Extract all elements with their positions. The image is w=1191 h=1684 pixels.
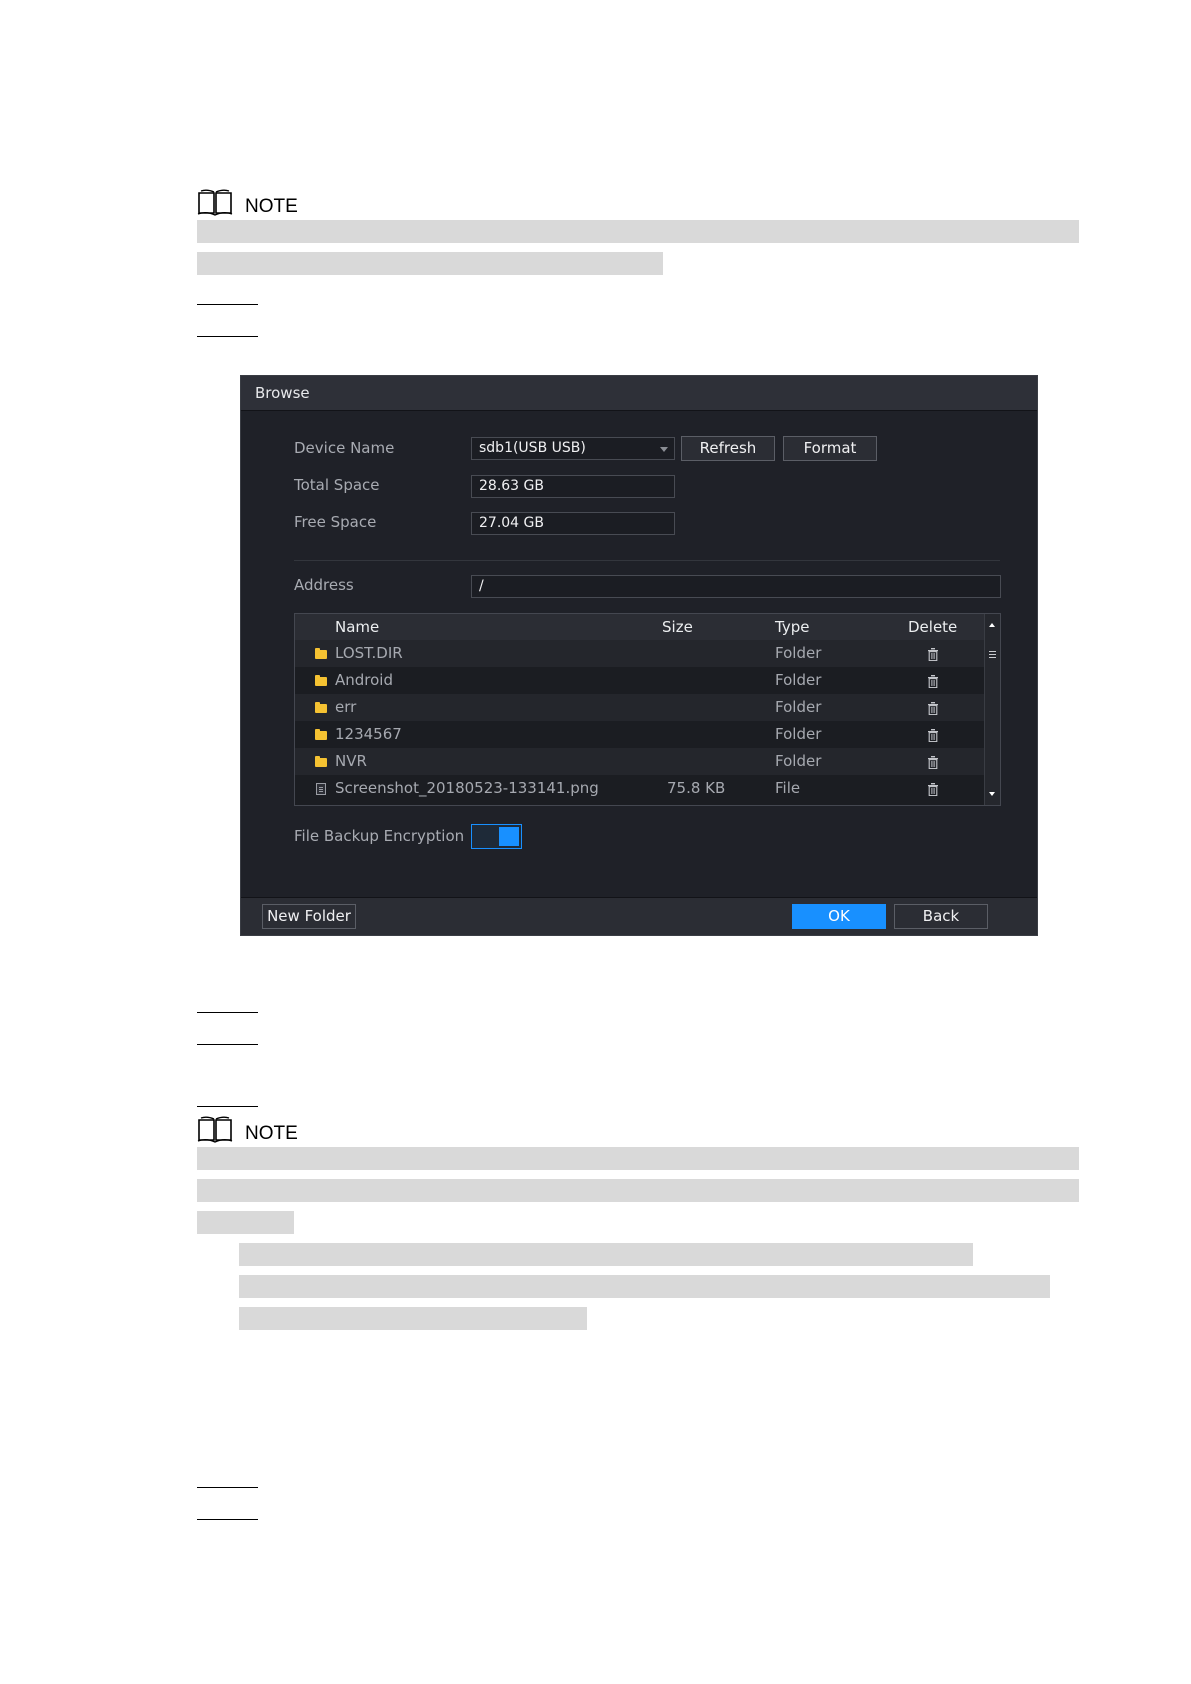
refresh-button[interactable]: Refresh (681, 436, 775, 461)
redacted-text (239, 1275, 1050, 1298)
row-size: 75.8 KB (667, 779, 726, 797)
step-underline (197, 1044, 258, 1045)
device-name-label: Device Name (294, 439, 395, 457)
row-type: Folder (775, 698, 822, 716)
redacted-text (239, 1307, 587, 1330)
trash-icon[interactable] (928, 702, 938, 715)
column-header-type: Type (775, 618, 810, 636)
redacted-text (197, 252, 663, 275)
folder-icon (315, 648, 327, 659)
row-name: 1234567 (335, 725, 402, 743)
divider (294, 560, 1000, 561)
ok-button[interactable]: OK (792, 904, 886, 929)
trash-icon[interactable] (928, 783, 938, 796)
free-space-field: 27.04 GB (471, 512, 675, 535)
folder-icon (315, 702, 327, 713)
scroll-thumb[interactable] (989, 651, 996, 652)
redacted-text (197, 1147, 1079, 1170)
trash-icon[interactable] (928, 756, 938, 769)
free-space-label: Free Space (294, 513, 377, 531)
trash-icon[interactable] (928, 675, 938, 688)
column-header-delete: Delete (908, 618, 958, 636)
row-type: Folder (775, 725, 822, 743)
table-row[interactable]: Android Folder (295, 667, 985, 694)
table-row[interactable]: err Folder (295, 694, 985, 721)
folder-icon (315, 756, 327, 767)
dialog-title: Browse (255, 384, 310, 402)
column-header-size: Size (662, 618, 693, 636)
redacted-text (239, 1243, 973, 1266)
scroll-up-icon[interactable] (989, 623, 995, 627)
table-scrollbar[interactable] (984, 614, 1000, 805)
note-header-bottom: NOTE (197, 1113, 298, 1143)
dialog-footer: New Folder OK Back (241, 897, 1037, 935)
row-type: File (775, 779, 801, 797)
toggle-knob (499, 827, 519, 846)
step-underline (197, 336, 258, 337)
table-row[interactable]: 1234567 Folder (295, 721, 985, 748)
step-underline (197, 1519, 258, 1520)
scroll-down-icon[interactable] (989, 792, 995, 796)
step-underline (197, 1106, 258, 1107)
dialog-titlebar: Browse (241, 376, 1037, 411)
redacted-text (197, 1211, 294, 1234)
step-underline (197, 1012, 258, 1013)
new-folder-button[interactable]: New Folder (262, 904, 356, 929)
chevron-down-icon (660, 447, 668, 452)
encryption-toggle[interactable] (471, 824, 522, 849)
redacted-text (197, 1179, 1079, 1202)
trash-icon[interactable] (928, 729, 938, 742)
row-name: NVR (335, 752, 367, 770)
device-name-value: sdb1(USB USB) (479, 440, 586, 456)
table-row[interactable]: NVR Folder (295, 748, 985, 775)
row-name: LOST.DIR (335, 644, 403, 662)
total-space-label: Total Space (294, 476, 380, 494)
browse-dialog: Browse Device Name sdb1(USB USB) Refresh… (240, 375, 1038, 936)
row-type: Folder (775, 752, 822, 770)
step-underline (197, 304, 258, 305)
row-name: Android (335, 671, 393, 689)
note-header-top: NOTE (197, 186, 298, 216)
folder-icon (315, 729, 327, 740)
row-name: Screenshot_20180523-133141.png (335, 779, 599, 797)
book-icon (197, 1116, 233, 1143)
row-type: Folder (775, 671, 822, 689)
folder-icon (315, 675, 327, 686)
device-name-select[interactable]: sdb1(USB USB) (471, 437, 675, 460)
table-row[interactable]: Screenshot_20180523-133141.png 75.8 KB F… (295, 775, 985, 802)
total-space-field: 28.63 GB (471, 475, 675, 498)
book-icon (197, 189, 233, 216)
address-field[interactable]: / (471, 575, 1001, 598)
redacted-text (197, 220, 1079, 243)
back-button[interactable]: Back (894, 904, 988, 929)
encryption-label: File Backup Encryption (294, 827, 465, 845)
column-header-name: Name (335, 618, 380, 636)
note-label: NOTE (245, 196, 298, 217)
trash-icon[interactable] (928, 648, 938, 661)
table-row[interactable]: LOST.DIR Folder (295, 640, 985, 667)
format-button[interactable]: Format (783, 436, 877, 461)
step-underline (197, 1487, 258, 1488)
row-name: err (335, 698, 357, 716)
file-table: Name Size Type Delete LOST.DIR Folder An… (294, 613, 1001, 806)
note-label: NOTE (245, 1123, 298, 1144)
file-icon (316, 783, 326, 795)
address-label: Address (294, 576, 354, 594)
table-header: Name Size Type Delete (295, 614, 985, 640)
row-type: Folder (775, 644, 822, 662)
